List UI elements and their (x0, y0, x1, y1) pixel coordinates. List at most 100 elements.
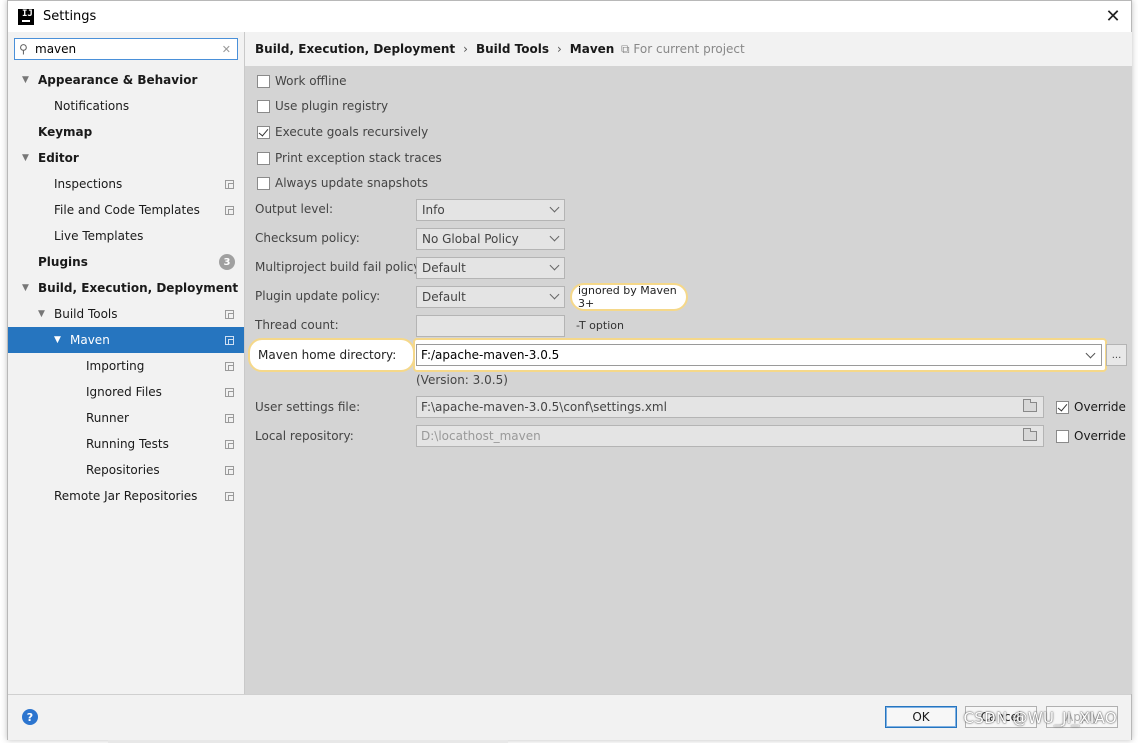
sidebar-item-running-tests[interactable]: Running Tests (8, 431, 244, 457)
sidebar-item-label: Importing (86, 359, 145, 373)
multiproject-label: Multiproject build fail policy: (255, 260, 424, 274)
chevron-down-icon[interactable]: ▼ (22, 283, 29, 293)
print-exception-checkbox[interactable] (257, 151, 270, 165)
local-repo-input[interactable]: D:\locathost_maven (416, 425, 1044, 447)
thread-count-input[interactable] (416, 315, 565, 337)
sidebar-item-label: Repositories (86, 463, 160, 477)
checksum-policy-select[interactable]: No Global Policy (416, 228, 565, 250)
settings-tree: ▼ Appearance & Behavior Notifications Keyma… (8, 67, 244, 509)
execute-goals-checkbox[interactable] (257, 125, 270, 139)
chevron-down-icon[interactable]: ▼ (54, 335, 61, 345)
scope-text: For current project (633, 41, 745, 56)
chevron-down-icon[interactable]: ▼ (38, 309, 45, 319)
sidebar-item-plugins[interactable]: Plugins 3 (8, 249, 244, 275)
chevron-down-icon (549, 231, 560, 242)
plugin-updates-badge: 3 (219, 254, 235, 270)
local-repo-label: Local repository: (255, 429, 354, 443)
clear-search-icon[interactable]: ✕ (222, 43, 231, 56)
local-repo-override[interactable]: Override (1056, 429, 1126, 443)
sidebar-item-keymap[interactable]: Keymap (8, 119, 244, 145)
project-scope-icon: ⧉ (621, 41, 630, 56)
sidebar-item-label: Live Templates (54, 229, 144, 243)
sidebar-item-file-and-code-templates[interactable]: File and Code Templates (8, 197, 244, 223)
sidebar-item-appearance-behavior[interactable]: ▼ Appearance & Behavior (8, 67, 244, 93)
ok-button[interactable]: OK (885, 706, 957, 728)
local-repo-value: D:\locathost_maven (421, 429, 541, 443)
execute-goals-option[interactable]: Execute goals recursively (257, 125, 428, 139)
sidebar-item-label: Plugins (38, 255, 88, 269)
output-level-value: Info (422, 203, 445, 217)
local-repo-override-label: Override (1074, 429, 1126, 443)
user-settings-override-checkbox[interactable] (1056, 400, 1069, 414)
dialog-footer: ? OK Cancel Apply CSDN @WU_JI_XIAO (8, 694, 1131, 740)
maven3-hint-text: ignored by Maven 3+ (578, 284, 677, 310)
execute-goals-label: Execute goals recursively (275, 125, 429, 139)
breadcrumb-item-build[interactable]: Build, Execution, Deployment (255, 42, 455, 56)
breadcrumb-separator: › (556, 42, 562, 56)
print-exception-option[interactable]: Print exception stack traces (257, 151, 442, 165)
always-update-option[interactable]: Always update snapshots (257, 176, 428, 190)
sidebar-item-maven[interactable]: ▼ Maven (8, 327, 244, 353)
work-offline-label: Work offline (275, 74, 347, 88)
search-input[interactable] (35, 42, 215, 56)
sidebar-item-label: Maven (70, 333, 110, 347)
sidebar-item-label: Running Tests (86, 437, 169, 451)
project-scope-icon (225, 205, 234, 215)
use-plugin-registry-option[interactable]: Use plugin registry (257, 99, 388, 113)
sidebar-item-label: Build, Execution, Deployment (38, 281, 239, 295)
checksum-policy-label: Checksum policy: (255, 231, 360, 245)
sidebar-item-build-execution-deployment[interactable]: ▼ Build, Execution, Deployment (8, 275, 244, 301)
chevron-down-icon (549, 289, 560, 300)
project-scope-icon (225, 309, 234, 319)
window-title: Settings (43, 9, 97, 24)
maven-home-label-highlight: Maven home directory: (248, 338, 415, 372)
breadcrumb-item-build-tools[interactable]: Build Tools (476, 42, 549, 56)
breadcrumb-separator: › (463, 42, 468, 56)
sidebar-item-label: Notifications (54, 99, 130, 113)
breadcrumb-item-maven: Maven (569, 42, 615, 56)
sidebar-item-runner[interactable]: Runner (8, 405, 244, 431)
chevron-down-icon[interactable]: ▼ (22, 153, 29, 163)
search-icon: ⚲ (19, 42, 28, 56)
project-scope-icon (225, 465, 234, 475)
folder-icon[interactable] (1023, 399, 1037, 412)
sidebar-item-label: Inspections (54, 177, 123, 191)
sidebar-item-repositories[interactable]: Repositories (8, 457, 244, 483)
sidebar-item-inspections[interactable]: Inspections (8, 171, 244, 197)
sidebar-item-remote-jar-repositories[interactable]: Remote Jar Repositories (8, 483, 244, 509)
sidebar-item-notifications[interactable]: Notifications (8, 93, 244, 119)
maven3-hint: ignored by Maven 3+ (570, 283, 688, 311)
scope-label: ⧉ For current project (621, 42, 745, 57)
work-offline-checkbox[interactable] (257, 74, 270, 88)
work-offline-option[interactable]: Work offline (257, 74, 346, 88)
user-settings-override-label: Override (1074, 400, 1126, 414)
user-settings-override[interactable]: Override (1056, 400, 1126, 414)
sidebar-item-label: Ignored Files (86, 385, 162, 399)
search-box[interactable]: ⚲ ✕ (14, 38, 238, 60)
use-plugin-registry-checkbox[interactable] (257, 99, 270, 113)
checksum-policy-value: No Global Policy (422, 232, 519, 246)
sidebar-item-build-tools[interactable]: ▼ Build Tools (8, 301, 244, 327)
help-icon[interactable]: ? (22, 709, 38, 725)
sidebar-item-importing[interactable]: Importing (8, 353, 244, 379)
sidebar-item-ignored-files[interactable]: Ignored Files (8, 379, 244, 405)
sidebar-item-live-templates[interactable]: Live Templates (8, 223, 244, 249)
maven-home-value: F:/apache-maven-3.0.5 (421, 348, 560, 362)
output-level-select[interactable]: Info (416, 199, 565, 221)
always-update-label: Always update snapshots (275, 176, 428, 190)
folder-icon[interactable] (1023, 428, 1037, 441)
chevron-down-icon[interactable]: ▼ (22, 75, 29, 85)
sidebar-item-label: Keymap (38, 125, 93, 139)
local-repo-override-checkbox[interactable] (1056, 429, 1069, 443)
always-update-checkbox[interactable] (257, 176, 270, 190)
plugin-update-select[interactable]: Default (416, 286, 565, 308)
browse-maven-home-button[interactable]: ... (1106, 344, 1127, 366)
thread-count-hint: -T option (576, 319, 624, 332)
sidebar-item-label: Remote Jar Repositories (54, 489, 198, 503)
multiproject-select[interactable]: Default (416, 257, 565, 279)
maven-home-select[interactable]: F:/apache-maven-3.0.5 (416, 344, 1102, 366)
close-icon[interactable]: ✕ (1103, 6, 1123, 27)
sidebar-item-editor[interactable]: ▼ Editor (8, 145, 244, 171)
user-settings-input[interactable]: F:\apache-maven-3.0.5\conf\settings.xml (416, 396, 1044, 418)
maven-settings-panel: Build, Execution, Deployment › Build Too… (245, 32, 1132, 694)
